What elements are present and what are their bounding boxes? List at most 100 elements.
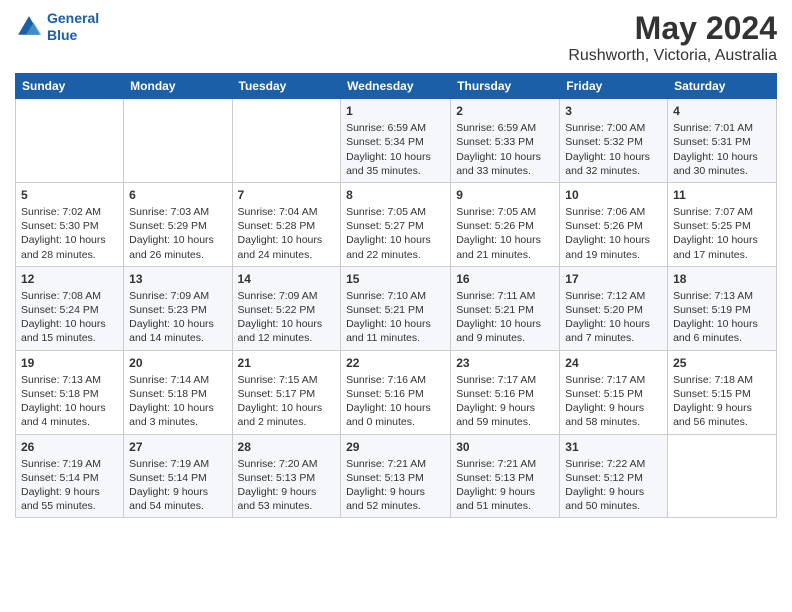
day-number: 28 xyxy=(238,439,336,455)
table-row: 1Sunrise: 6:59 AMSunset: 5:34 PMDaylight… xyxy=(341,99,451,183)
day-number: 18 xyxy=(673,271,771,287)
day-info: Sunrise: 7:22 AMSunset: 5:12 PMDaylight:… xyxy=(565,457,662,514)
day-number: 5 xyxy=(21,187,118,203)
logo-icon xyxy=(15,13,43,41)
day-number: 23 xyxy=(456,355,554,371)
day-info: Sunrise: 7:06 AMSunset: 5:26 PMDaylight:… xyxy=(565,205,662,262)
day-number: 25 xyxy=(673,355,771,371)
table-row: 2 Sunrise: 6:59 AMSunset: 5:33 PMDaylight… xyxy=(451,99,560,183)
day-info: Sunrise: 7:11 AMSunset: 5:21 PMDaylight:… xyxy=(456,289,554,346)
calendar-subtitle: Rushworth, Victoria, Australia xyxy=(568,47,777,65)
table-row: 8 Sunrise: 7:05 AMSunset: 5:27 PMDaylight… xyxy=(341,182,451,266)
day-info: Sunrise: 7:19 AMSunset: 5:14 PMDaylight:… xyxy=(21,457,118,514)
day-number: 22 xyxy=(346,355,445,371)
day-number: 30 xyxy=(456,439,554,455)
header-monday: Monday xyxy=(124,74,232,99)
day-number: 3 xyxy=(565,103,662,119)
day-number: 27 xyxy=(129,439,226,455)
day-info: Sunrise: 7:03 AMSunset: 5:29 PMDaylight:… xyxy=(129,205,226,262)
day-number: 8 xyxy=(346,187,445,203)
table-row: 15 Sunrise: 7:10 AMSunset: 5:21 PMDayligh… xyxy=(341,266,451,350)
table-row xyxy=(124,99,232,183)
day-info: Sunrise: 7:13 AMSunset: 5:19 PMDaylight:… xyxy=(673,289,771,346)
table-row: 30 Sunrise: 7:21 AMSunset: 5:13 PMDayligh… xyxy=(451,434,560,518)
table-row: 26 Sunrise: 7:19 AMSunset: 5:14 PMDayligh… xyxy=(16,434,124,518)
day-info: Sunrise: 7:10 AMSunset: 5:21 PMDaylight:… xyxy=(346,289,445,346)
table-row: 31 Sunrise: 7:22 AMSunset: 5:12 PMDayligh… xyxy=(560,434,668,518)
table-row: 22 Sunrise: 7:16 AMSunset: 5:16 PMDayligh… xyxy=(341,350,451,434)
calendar-table: Sunday Monday Tuesday Wednesday Thursday… xyxy=(15,73,777,518)
header-wednesday: Wednesday xyxy=(341,74,451,99)
day-info: Sunrise: 7:12 AMSunset: 5:20 PMDaylight:… xyxy=(565,289,662,346)
logo-line1: General xyxy=(47,10,99,26)
day-info: Sunrise: 7:14 AMSunset: 5:18 PMDaylight:… xyxy=(129,373,226,430)
day-info: Sunrise: 7:17 AMSunset: 5:15 PMDaylight:… xyxy=(565,373,662,430)
table-row: 5Sunrise: 7:02 AMSunset: 5:30 PMDaylight… xyxy=(16,182,124,266)
day-info: Sunrise: 7:05 AMSunset: 5:26 PMDaylight:… xyxy=(456,205,554,262)
table-row: 18 Sunrise: 7:13 AMSunset: 5:19 PMDayligh… xyxy=(668,266,777,350)
day-number: 13 xyxy=(129,271,226,287)
day-info: Sunrise: 7:21 AMSunset: 5:13 PMDaylight:… xyxy=(456,457,554,514)
header-sunday: Sunday xyxy=(16,74,124,99)
day-number: 9 xyxy=(456,187,554,203)
table-row: 27 Sunrise: 7:19 AMSunset: 5:14 PMDayligh… xyxy=(124,434,232,518)
day-info: Sunrise: 7:00 AMSunset: 5:32 PMDaylight:… xyxy=(565,121,662,178)
day-info: Sunrise: 7:08 AMSunset: 5:24 PMDaylight:… xyxy=(21,289,118,346)
table-row: 4Sunrise: 7:01 AMSunset: 5:31 PMDaylight… xyxy=(668,99,777,183)
table-row: 23 Sunrise: 7:17 AMSunset: 5:16 PMDayligh… xyxy=(451,350,560,434)
logo-line2: Blue xyxy=(47,27,77,43)
table-row: 25 Sunrise: 7:18 AMSunset: 5:15 PMDayligh… xyxy=(668,350,777,434)
day-info: Sunrise: 6:59 AMSunset: 5:33 PMDaylight:… xyxy=(456,121,554,178)
day-info: Sunrise: 7:17 AMSunset: 5:16 PMDaylight:… xyxy=(456,373,554,430)
table-row xyxy=(232,99,341,183)
table-row: 20 Sunrise: 7:14 AMSunset: 5:18 PMDayligh… xyxy=(124,350,232,434)
table-row: 9 Sunrise: 7:05 AMSunset: 5:26 PMDaylight… xyxy=(451,182,560,266)
table-row: 12 Sunrise: 7:08 AMSunset: 5:24 PMDayligh… xyxy=(16,266,124,350)
day-number: 19 xyxy=(21,355,118,371)
table-row: 17 Sunrise: 7:12 AMSunset: 5:20 PMDayligh… xyxy=(560,266,668,350)
day-info: Sunrise: 7:18 AMSunset: 5:15 PMDaylight:… xyxy=(673,373,771,430)
day-number: 6 xyxy=(129,187,226,203)
table-row: 24Sunrise: 7:17 AMSunset: 5:15 PMDayligh… xyxy=(560,350,668,434)
table-row: 21 Sunrise: 7:15 AMSunset: 5:17 PMDayligh… xyxy=(232,350,341,434)
day-number: 15 xyxy=(346,271,445,287)
table-row: 16 Sunrise: 7:11 AMSunset: 5:21 PMDayligh… xyxy=(451,266,560,350)
day-info: Sunrise: 7:20 AMSunset: 5:13 PMDaylight:… xyxy=(238,457,336,514)
day-number: 20 xyxy=(129,355,226,371)
table-row: 28 Sunrise: 7:20 AMSunset: 5:13 PMDayligh… xyxy=(232,434,341,518)
day-info: Sunrise: 7:16 AMSunset: 5:16 PMDaylight:… xyxy=(346,373,445,430)
table-row: 3 Sunrise: 7:00 AMSunset: 5:32 PMDaylight… xyxy=(560,99,668,183)
header-row: Sunday Monday Tuesday Wednesday Thursday… xyxy=(16,74,777,99)
day-number: 7 xyxy=(238,187,336,203)
day-info: Sunrise: 7:01 AMSunset: 5:31 PMDaylight:… xyxy=(673,121,771,178)
day-number: 12 xyxy=(21,271,118,287)
table-row: 11 Sunrise: 7:07 AMSunset: 5:25 PMDayligh… xyxy=(668,182,777,266)
day-info: Sunrise: 7:09 AMSunset: 5:22 PMDaylight:… xyxy=(238,289,336,346)
calendar-title: May 2024 xyxy=(568,10,777,47)
day-info: Sunrise: 7:07 AMSunset: 5:25 PMDaylight:… xyxy=(673,205,771,262)
day-info: Sunrise: 7:21 AMSunset: 5:13 PMDaylight:… xyxy=(346,457,445,514)
day-number: 17 xyxy=(565,271,662,287)
day-number: 26 xyxy=(21,439,118,455)
day-info: Sunrise: 7:09 AMSunset: 5:23 PMDaylight:… xyxy=(129,289,226,346)
day-number: 29 xyxy=(346,439,445,455)
day-number: 11 xyxy=(673,187,771,203)
header-saturday: Saturday xyxy=(668,74,777,99)
day-number: 16 xyxy=(456,271,554,287)
day-number: 31 xyxy=(565,439,662,455)
day-number: 2 xyxy=(456,103,554,119)
day-info: Sunrise: 7:15 AMSunset: 5:17 PMDaylight:… xyxy=(238,373,336,430)
table-row xyxy=(668,434,777,518)
table-row: 6 Sunrise: 7:03 AMSunset: 5:29 PMDaylight… xyxy=(124,182,232,266)
header-tuesday: Tuesday xyxy=(232,74,341,99)
table-row xyxy=(16,99,124,183)
day-number: 1 xyxy=(346,103,445,119)
day-number: 21 xyxy=(238,355,336,371)
table-row: 13 Sunrise: 7:09 AMSunset: 5:23 PMDayligh… xyxy=(124,266,232,350)
day-info: Sunrise: 7:13 AMSunset: 5:18 PMDaylight:… xyxy=(21,373,118,430)
logo-text: General Blue xyxy=(47,10,99,44)
header: General Blue May 2024 Rushworth, Victori… xyxy=(15,10,777,65)
day-info: Sunrise: 7:05 AMSunset: 5:27 PMDaylight:… xyxy=(346,205,445,262)
table-row: 14Sunrise: 7:09 AMSunset: 5:22 PMDayligh… xyxy=(232,266,341,350)
day-info: Sunrise: 7:19 AMSunset: 5:14 PMDaylight:… xyxy=(129,457,226,514)
